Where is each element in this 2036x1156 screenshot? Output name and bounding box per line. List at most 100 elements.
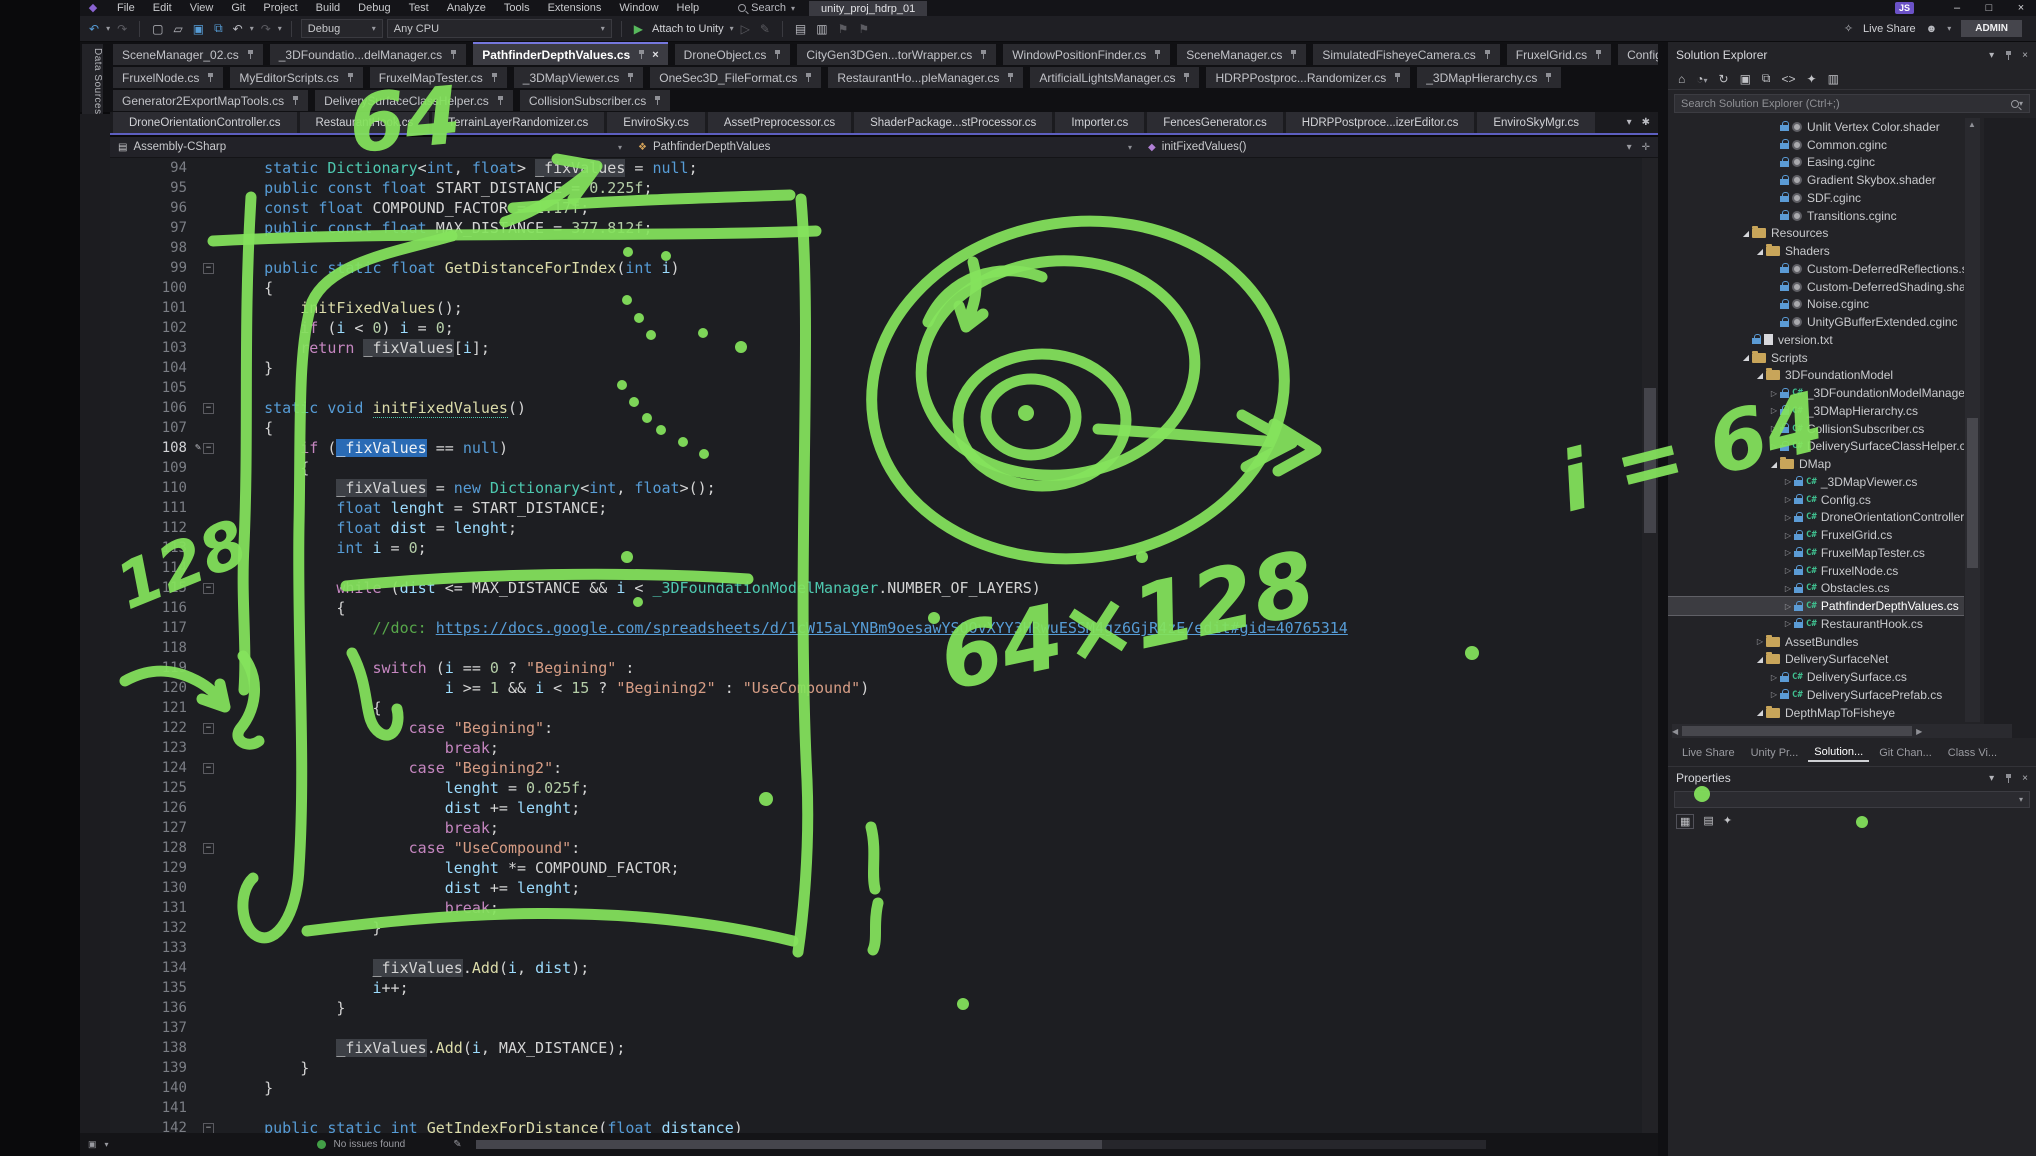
code-line[interactable]: 124− case "Begining2":: [110, 758, 1658, 778]
panel-tab-Git Chan...[interactable]: Git Chan...: [1873, 745, 1938, 761]
chevron-down-icon[interactable]: ▾: [106, 24, 110, 33]
code-line[interactable]: 108✎− if (_fixValues == null): [110, 438, 1658, 458]
expander-icon[interactable]: ▷: [1768, 424, 1780, 433]
tree-item-DeliverySurfacePrefab.cs[interactable]: ▷C#DeliverySurfacePrefab.cs: [1668, 686, 1964, 704]
tree-item-Unlit Vertex Color.shader[interactable]: Unlit Vertex Color.shader: [1668, 118, 1964, 136]
code-line[interactable]: 142− public static int GetIndexForDistan…: [110, 1118, 1658, 1133]
tab-WindowPositionFinder.cs[interactable]: WindowPositionFinder.cs: [1003, 44, 1170, 65]
code-line[interactable]: 129 lenght *= COMPOUND_FACTOR;: [110, 858, 1658, 878]
fold-collapse-icon[interactable]: −: [203, 723, 214, 734]
code-line[interactable]: 109 {: [110, 458, 1658, 478]
preview-tab-Importer.cs[interactable]: Importer.cs: [1055, 112, 1144, 133]
alphabetical-icon[interactable]: ▤: [1703, 814, 1713, 829]
pin-icon[interactable]: [346, 72, 354, 83]
maximize-button[interactable]: □: [1974, 2, 2004, 14]
pending-changes-icon[interactable]: ◔▾: [1696, 72, 1707, 86]
code-line[interactable]: 128− case "UseCompound":: [110, 838, 1658, 858]
data-sources-side-tab[interactable]: Data Sources: [82, 44, 103, 116]
close-icon[interactable]: ×: [2022, 50, 2028, 61]
expander-icon[interactable]: ▷: [1782, 548, 1794, 557]
tree-item-DeliverySurface.cs[interactable]: ▷C#DeliverySurface.cs: [1668, 668, 1964, 686]
tree-item-DroneOrientationController.cs[interactable]: ▷C#DroneOrientationController.cs: [1668, 509, 1964, 527]
code-line[interactable]: 104 }: [110, 358, 1658, 378]
code-line[interactable]: 122− case "Begining":: [110, 718, 1658, 738]
code-line[interactable]: 141: [110, 1098, 1658, 1118]
expander-icon[interactable]: ▷: [1768, 673, 1780, 682]
tree-item-version.txt[interactable]: version.txt: [1668, 331, 1964, 349]
panel-tab-Unity Pr...[interactable]: Unity Pr...: [1745, 745, 1805, 761]
show-all-files-icon[interactable]: ▥: [1828, 72, 1839, 86]
code-line[interactable]: 96 const float COMPOUND_FACTOR = 1.17f;: [110, 198, 1658, 218]
preview-tab-ShaderPackage...stProcessor.cs[interactable]: ShaderPackage...stProcessor.cs: [854, 112, 1052, 133]
expander-icon[interactable]: ▷: [1768, 442, 1780, 451]
bookmark-next-icon[interactable]: ⚑: [855, 22, 872, 36]
expander-icon[interactable]: ◢: [1754, 247, 1766, 256]
split-window-icon[interactable]: ✛: [1642, 142, 1650, 153]
home-icon[interactable]: ⌂: [1678, 72, 1685, 86]
save-all-icon[interactable]: ⧉: [211, 21, 226, 36]
code-line[interactable]: 100 {: [110, 278, 1658, 298]
tree-item-Common.cginc[interactable]: Common.cginc: [1668, 136, 1964, 154]
code-line[interactable]: 113 int i = 0;: [110, 538, 1658, 558]
code-line[interactable]: 138 _fixValues.Add(i, MAX_DISTANCE);: [110, 1038, 1658, 1058]
tab-DeliverySurfaceClassHelper.cs[interactable]: DeliverySurfaceClassHelper.cs: [315, 90, 513, 111]
menu-item-debug[interactable]: Debug: [349, 1, 399, 15]
menu-item-tools[interactable]: Tools: [495, 1, 539, 15]
tree-item-FruxelGrid.cs[interactable]: ▷C#FruxelGrid.cs: [1668, 526, 1964, 544]
menu-item-project[interactable]: Project: [254, 1, 306, 15]
tree-item-FruxelMapTester.cs[interactable]: ▷C#FruxelMapTester.cs: [1668, 544, 1964, 562]
properties-object-dropdown[interactable]: ▾: [1674, 791, 2030, 808]
expander-icon[interactable]: ▷: [1782, 495, 1794, 504]
start-without-debugging-icon[interactable]: ▷: [738, 22, 753, 36]
pin-icon[interactable]: [979, 49, 987, 60]
tab-list-icon[interactable]: ▾: [1627, 117, 1632, 128]
code-line[interactable]: 102 if (i < 0) i = 0;: [110, 318, 1658, 338]
tree-item-Transitions.cginc[interactable]: Transitions.cginc: [1668, 207, 1964, 225]
save-icon[interactable]: ▣: [190, 22, 207, 36]
expander-icon[interactable]: ▷: [1768, 690, 1780, 699]
tab-OneSec3D_FileFormat.cs[interactable]: OneSec3D_FileFormat.cs: [650, 67, 821, 88]
new-file-icon[interactable]: ▢: [149, 22, 166, 36]
code-editor[interactable]: 94 static Dictionary<int, float> _fixVal…: [110, 158, 1658, 1133]
pin-icon[interactable]: [291, 95, 299, 106]
panel-tab-Class Vi...[interactable]: Class Vi...: [1942, 745, 2003, 761]
code-line[interactable]: 94 static Dictionary<int, float> _fixVal…: [110, 158, 1658, 178]
pin-icon[interactable]: [1483, 49, 1491, 60]
code-line[interactable]: 123 break;: [110, 738, 1658, 758]
menu-item-view[interactable]: View: [181, 1, 223, 15]
tab-DroneObject.cs[interactable]: DroneObject.cs: [675, 44, 791, 65]
code-line[interactable]: 117 //doc: https://docs.google.com/sprea…: [110, 618, 1658, 638]
code-line[interactable]: 103 return _fixValues[i];: [110, 338, 1658, 358]
pin-icon[interactable]: [2004, 50, 2012, 61]
pin-icon[interactable]: [206, 72, 214, 83]
editor-vertical-scrollbar[interactable]: [1642, 158, 1658, 1133]
close-icon[interactable]: ×: [652, 49, 658, 61]
preview-tab-AssetPreprocessor.cs[interactable]: AssetPreprocessor.cs: [708, 112, 851, 133]
refresh-icon[interactable]: ↻: [1719, 72, 1729, 86]
tree-item-DMap[interactable]: ◢DMap: [1668, 455, 1964, 473]
chevron-down-icon[interactable]: ▾: [1989, 50, 1994, 61]
tab-RestaurantHo...pleManager.cs[interactable]: RestaurantHo...pleManager.cs: [828, 67, 1023, 88]
code-line[interactable]: 119 switch (i == 0 ? "Begining" :: [110, 658, 1658, 678]
pin-icon[interactable]: [490, 72, 498, 83]
code-line[interactable]: 125 lenght = 0.025f;: [110, 778, 1658, 798]
search-control[interactable]: Search ▾: [738, 2, 795, 14]
tab-FruxelGrid.cs[interactable]: FruxelGrid.cs: [1507, 44, 1611, 65]
tree-item-Resources[interactable]: ◢Resources: [1668, 225, 1964, 243]
tree-item-RestaurantHook.cs[interactable]: ▷C#RestaurantHook.cs: [1668, 615, 1964, 633]
panel-splitter[interactable]: [1658, 42, 1668, 1156]
expander-icon[interactable]: ▷: [1782, 477, 1794, 486]
pin-icon[interactable]: [804, 72, 812, 83]
document-outline-icon[interactable]: ▥: [813, 22, 830, 36]
tree-item-Custom-DeferredReflections.shade[interactable]: Custom-DeferredReflections.shade: [1668, 260, 1964, 278]
code-line[interactable]: 133: [110, 938, 1658, 958]
fold-collapse-icon[interactable]: −: [203, 763, 214, 774]
expander-icon[interactable]: ◢: [1754, 708, 1766, 717]
tree-item-Gradient Skybox.shader[interactable]: Gradient Skybox.shader: [1668, 171, 1964, 189]
scroll-left-icon[interactable]: ◀: [1672, 727, 1678, 736]
code-line[interactable]: 139 }: [110, 1058, 1658, 1078]
chevron-down-icon[interactable]: ▾: [1989, 773, 1994, 784]
expander-icon[interactable]: ▷: [1754, 637, 1766, 646]
code-line[interactable]: 97 public const float MAX_DISTANCE = 377…: [110, 218, 1658, 238]
code-line[interactable]: 116 {: [110, 598, 1658, 618]
